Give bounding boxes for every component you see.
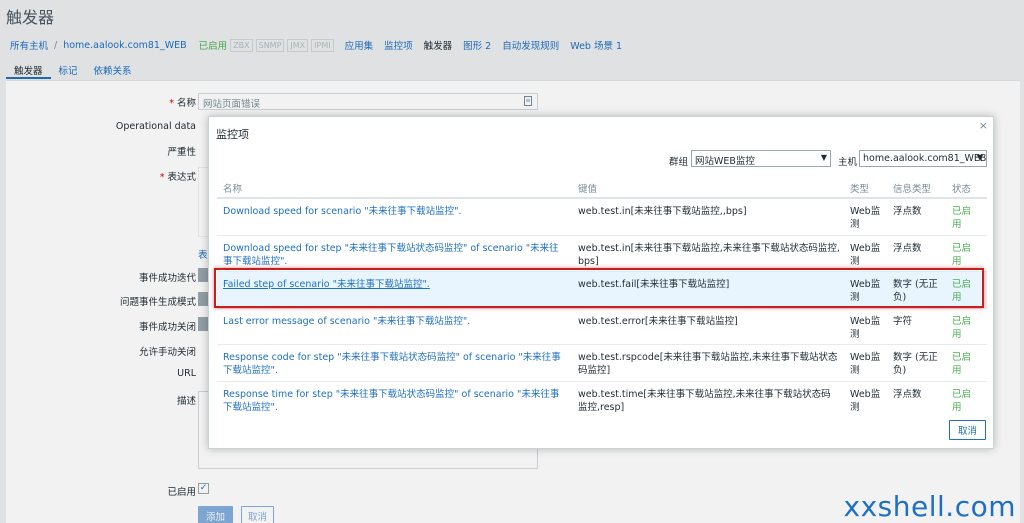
item-status: 已启用	[952, 242, 972, 267]
item-type: Web监测	[850, 206, 881, 230]
popup-title: 监控项	[216, 128, 249, 141]
group-select[interactable]: 网站WEB监控 ▼	[691, 150, 831, 167]
table-row[interactable]: Download speed for scenario "未来往事下载站监控".…	[217, 199, 987, 236]
column-name[interactable]: 名称	[223, 181, 242, 195]
item-status: 已启用	[952, 315, 972, 340]
item-name-link[interactable]: Response time for step "未来往事下载站状态码监控" of…	[223, 388, 568, 414]
chevron-down-icon: ▼	[976, 153, 983, 162]
host-select[interactable]: home.aalook.com81_WEB ▼	[859, 150, 987, 167]
items-popup: 监控项 × 群组 网站WEB监控 ▼ 主机 home.aalook.com81_…	[208, 116, 994, 449]
item-type: Web监测	[850, 352, 881, 376]
item-name-link[interactable]: Last error message of scenario "未来往事下载站监…	[223, 315, 568, 328]
item-info-type: 数字 (无正负)	[893, 352, 938, 376]
item-status: 已启用	[952, 388, 972, 413]
table-row[interactable]: Response code for step "未来往事下载站状态码监控" of…	[217, 345, 987, 382]
item-name-link[interactable]: Failed step of scenario "未来往事下载站监控".	[223, 278, 568, 291]
item-info-type: 字符	[893, 315, 913, 327]
item-name-link[interactable]: Download speed for scenario "未来往事下载站监控".	[223, 205, 568, 218]
group-select-value: 网站WEB监控	[695, 156, 755, 167]
column-status[interactable]: 状态	[952, 181, 971, 195]
table-header: 名称 键值 类型 信息类型 状态	[217, 179, 987, 199]
item-info-type: 浮点数	[893, 242, 922, 254]
item-key: web.test.in[未来往事下载站监控,,bps]	[578, 206, 747, 217]
group-label: 群组	[669, 157, 689, 168]
column-type[interactable]: 类型	[850, 181, 869, 195]
table-row[interactable]: Download speed for step "未来往事下载站状态码监控" o…	[217, 236, 987, 272]
host-select-value: home.aalook.com81_WEB	[863, 153, 987, 164]
item-info-type: 浮点数	[893, 388, 922, 400]
item-key: web.test.time[未来往事下载站监控,未来往事下载站状态码监控,res…	[578, 388, 831, 413]
item-type: Web监测	[850, 388, 881, 413]
items-table: 名称 键值 类型 信息类型 状态 Download speed for scen…	[217, 179, 987, 418]
popup-cancel-button[interactable]: 取消	[948, 420, 986, 440]
item-status: 已启用	[952, 279, 972, 303]
item-status: 已启用	[952, 206, 972, 230]
chevron-down-icon: ▼	[820, 153, 827, 162]
column-key[interactable]: 键值	[578, 181, 597, 195]
item-info-type: 浮点数	[893, 206, 922, 217]
column-info-type[interactable]: 信息类型	[893, 181, 931, 195]
close-icon[interactable]: ×	[979, 119, 988, 132]
table-row[interactable]: Last error message of scenario "未来往事下载站监…	[217, 309, 987, 345]
item-type: Web监测	[850, 315, 881, 340]
item-name-link[interactable]: Response code for step "未来往事下载站状态码监控" of…	[223, 351, 568, 377]
host-label: 主机	[838, 157, 858, 168]
item-key: web.test.rspcode[未来往事下载站监控,未来往事下载站状态码监控]	[578, 352, 838, 376]
item-key: web.test.in[未来往事下载站监控,未来往事下载站状态码监控,bps]	[578, 242, 840, 267]
item-type: Web监测	[850, 279, 881, 303]
table-row[interactable]: Response time for step "未来往事下载站状态码监控" of…	[217, 382, 987, 419]
item-info-type: 数字 (无正负)	[893, 279, 938, 303]
item-name-link[interactable]: Download speed for step "未来往事下载站状态码监控" o…	[223, 242, 568, 268]
item-key: web.test.fail[未来往事下载站监控]	[578, 279, 730, 290]
item-key: web.test.error[未来往事下载站监控]	[578, 315, 738, 327]
table-row-selected[interactable]: Failed step of scenario "未来往事下载站监控". web…	[217, 272, 987, 309]
item-type: Web监测	[850, 242, 881, 267]
watermark: xxshell.com	[843, 490, 1016, 523]
item-status: 已启用	[952, 352, 972, 376]
